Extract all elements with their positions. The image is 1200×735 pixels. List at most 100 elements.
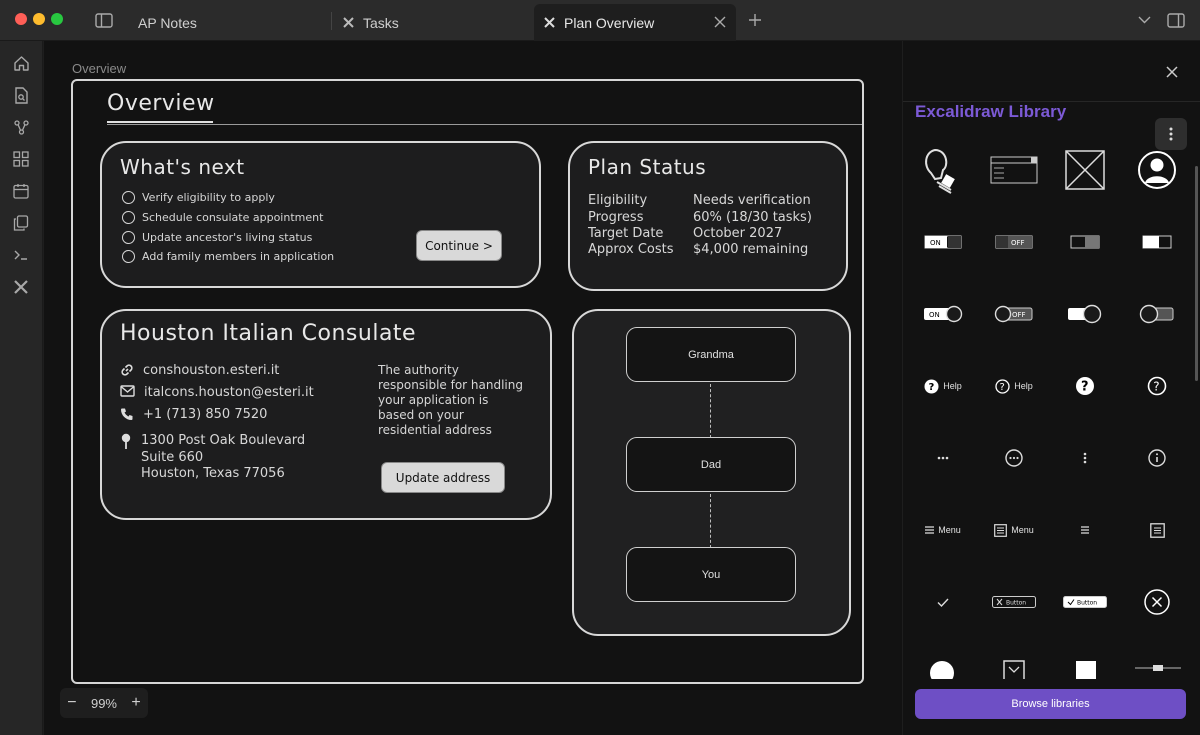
continue-button[interactable]: Continue > bbox=[416, 230, 502, 261]
home-icon[interactable] bbox=[11, 53, 31, 73]
email-text: italcons.houston@esteri.it bbox=[144, 385, 314, 400]
menu-label: Menu bbox=[938, 525, 961, 535]
library-item-help-filled[interactable]: ? Help bbox=[913, 361, 973, 411]
tab-tasks[interactable]: Tasks bbox=[332, 4, 532, 41]
checkbox-icon[interactable] bbox=[122, 250, 135, 263]
zoom-in-button[interactable]: + bbox=[131, 694, 140, 712]
checklist-item[interactable]: Update ancestor's living status bbox=[122, 231, 312, 244]
search-file-icon[interactable] bbox=[11, 85, 31, 105]
library-item-knob-off[interactable] bbox=[1127, 289, 1187, 339]
library-item-more-horizontal[interactable] bbox=[913, 433, 973, 483]
overview-frame[interactable]: Overview What's next Verify eligibility … bbox=[71, 79, 864, 684]
more-circle-icon bbox=[1005, 449, 1023, 467]
tab-ap-notes[interactable]: AP Notes bbox=[126, 4, 331, 41]
consulate-card[interactable]: Houston Italian Consulate conshouston.es… bbox=[100, 309, 552, 520]
library-item-more-circle[interactable] bbox=[984, 433, 1044, 483]
library-item-image-placeholder[interactable] bbox=[1055, 145, 1115, 195]
tree-node-dad[interactable]: Dad bbox=[626, 437, 796, 492]
browse-libraries-button[interactable]: Browse libraries bbox=[915, 689, 1186, 719]
library-item-dropdown[interactable] bbox=[984, 145, 1044, 195]
tab-bar: AP Notes Tasks Plan Overview bbox=[0, 0, 1200, 41]
tree-node-grandma[interactable]: Grandma bbox=[626, 327, 796, 382]
library-item-toggle-off[interactable]: OFF bbox=[984, 217, 1044, 267]
checkbox-icon[interactable] bbox=[122, 231, 135, 244]
status-label: Eligibility bbox=[588, 193, 648, 208]
library-item-pill-toggle-on[interactable]: ON bbox=[913, 289, 973, 339]
tree-node-you[interactable]: You bbox=[626, 547, 796, 602]
library-item-avatar[interactable] bbox=[1127, 145, 1187, 195]
library-item-hamburger[interactable] bbox=[1055, 505, 1115, 555]
library-item-checkmark[interactable] bbox=[913, 577, 973, 627]
library-scrollbar[interactable] bbox=[1195, 166, 1198, 381]
library-item-more-vertical[interactable] bbox=[1055, 433, 1115, 483]
zoom-level[interactable]: 99% bbox=[91, 696, 117, 711]
sidebar-toggle-icon[interactable] bbox=[94, 11, 114, 29]
status-value: $4,000 remaining bbox=[693, 242, 809, 257]
close-panel-icon[interactable] bbox=[1166, 65, 1178, 83]
tab-plan-overview[interactable]: Plan Overview bbox=[534, 4, 736, 41]
library-item-menu-label[interactable]: Menu bbox=[913, 505, 973, 555]
toggle-label: ON bbox=[929, 311, 940, 319]
checklist-item[interactable]: Verify eligibility to apply bbox=[122, 191, 275, 204]
pill-toggle-off-icon: OFF bbox=[994, 305, 1033, 323]
close-tab-icon[interactable] bbox=[714, 15, 726, 31]
family-tree-card[interactable]: Grandma Dad You bbox=[572, 309, 851, 636]
checklist-label: Add family members in application bbox=[142, 250, 335, 263]
checkbox-square-icon[interactable] bbox=[1003, 660, 1025, 679]
close-window-button[interactable] bbox=[15, 13, 27, 25]
link-icon bbox=[121, 364, 133, 376]
checklist-label: Verify eligibility to apply bbox=[142, 191, 275, 204]
right-sidebar-toggle-icon[interactable] bbox=[1166, 11, 1186, 29]
library-item-menu-box[interactable]: Menu bbox=[984, 505, 1044, 555]
library-item-check-button[interactable]: Button bbox=[1055, 577, 1115, 627]
library-item-lightbulb[interactable] bbox=[913, 145, 973, 195]
whats-next-card[interactable]: What's next Verify eligibility to apply … bbox=[100, 141, 541, 288]
library-item-switch-right[interactable] bbox=[1127, 217, 1187, 267]
library-item-info[interactable] bbox=[1127, 433, 1187, 483]
terminal-icon[interactable] bbox=[11, 245, 31, 265]
slider-icon[interactable] bbox=[1135, 665, 1181, 671]
excalidraw-canvas[interactable]: Overview Overview What's next Verify eli… bbox=[44, 41, 902, 735]
minimize-window-button[interactable] bbox=[33, 13, 45, 25]
checkbox-round-icon[interactable] bbox=[929, 660, 955, 679]
chevron-down-icon[interactable] bbox=[1136, 13, 1152, 27]
maximize-window-button[interactable] bbox=[51, 13, 63, 25]
checklist-item[interactable]: Schedule consulate appointment bbox=[122, 211, 323, 224]
checklist-item[interactable]: Add family members in application bbox=[122, 250, 334, 263]
grid-icon[interactable] bbox=[11, 149, 31, 169]
library-item-pill-toggle-off[interactable]: OFF bbox=[984, 289, 1044, 339]
plan-status-card[interactable]: Plan Status Eligibility Needs verificati… bbox=[568, 141, 848, 291]
tree-connector bbox=[710, 384, 711, 438]
website-row[interactable]: conshouston.esteri.it bbox=[120, 363, 279, 378]
library-item-close-button[interactable]: Button bbox=[984, 577, 1044, 627]
website-text: conshouston.esteri.it bbox=[143, 363, 280, 378]
checkbox-icon[interactable] bbox=[122, 191, 135, 204]
graph-icon[interactable] bbox=[11, 117, 31, 137]
checkbox-icon[interactable] bbox=[122, 211, 135, 224]
image-placeholder-icon bbox=[1065, 150, 1105, 190]
library-item-help-badge[interactable]: ? bbox=[1055, 361, 1115, 411]
library-item-knob-on[interactable] bbox=[1055, 289, 1115, 339]
help-icon: ? bbox=[924, 379, 939, 393]
library-item-close-circle[interactable] bbox=[1127, 577, 1187, 627]
copy-icon[interactable] bbox=[11, 213, 31, 233]
library-item-help-outline[interactable]: ? Help bbox=[984, 361, 1044, 411]
calendar-icon[interactable] bbox=[11, 181, 31, 201]
library-item-menu-square[interactable] bbox=[1127, 505, 1187, 555]
phone-row[interactable]: +1 (713) 850 7520 bbox=[120, 407, 267, 422]
ribbon bbox=[0, 41, 43, 735]
svg-text:?: ? bbox=[1000, 382, 1005, 393]
zoom-out-button[interactable]: − bbox=[67, 694, 76, 712]
library-item-switch-left[interactable] bbox=[1055, 217, 1115, 267]
status-value: October 2027 bbox=[693, 226, 783, 241]
email-row[interactable]: italcons.houston@esteri.it bbox=[120, 385, 314, 400]
library-item-toggle-on[interactable]: ON bbox=[913, 217, 973, 267]
checkbox-filled-icon[interactable] bbox=[1075, 660, 1097, 679]
excalidraw-icon[interactable] bbox=[11, 277, 31, 297]
toggle-on-icon: ON bbox=[924, 235, 962, 249]
update-address-button[interactable]: Update address bbox=[381, 462, 505, 493]
new-tab-icon[interactable] bbox=[746, 11, 764, 29]
library-item-help-ring[interactable]: ? bbox=[1127, 361, 1187, 411]
lightbulb-icon bbox=[925, 148, 955, 194]
address-block: 1300 Post Oak Boulevard Suite 660 Housto… bbox=[141, 433, 305, 483]
